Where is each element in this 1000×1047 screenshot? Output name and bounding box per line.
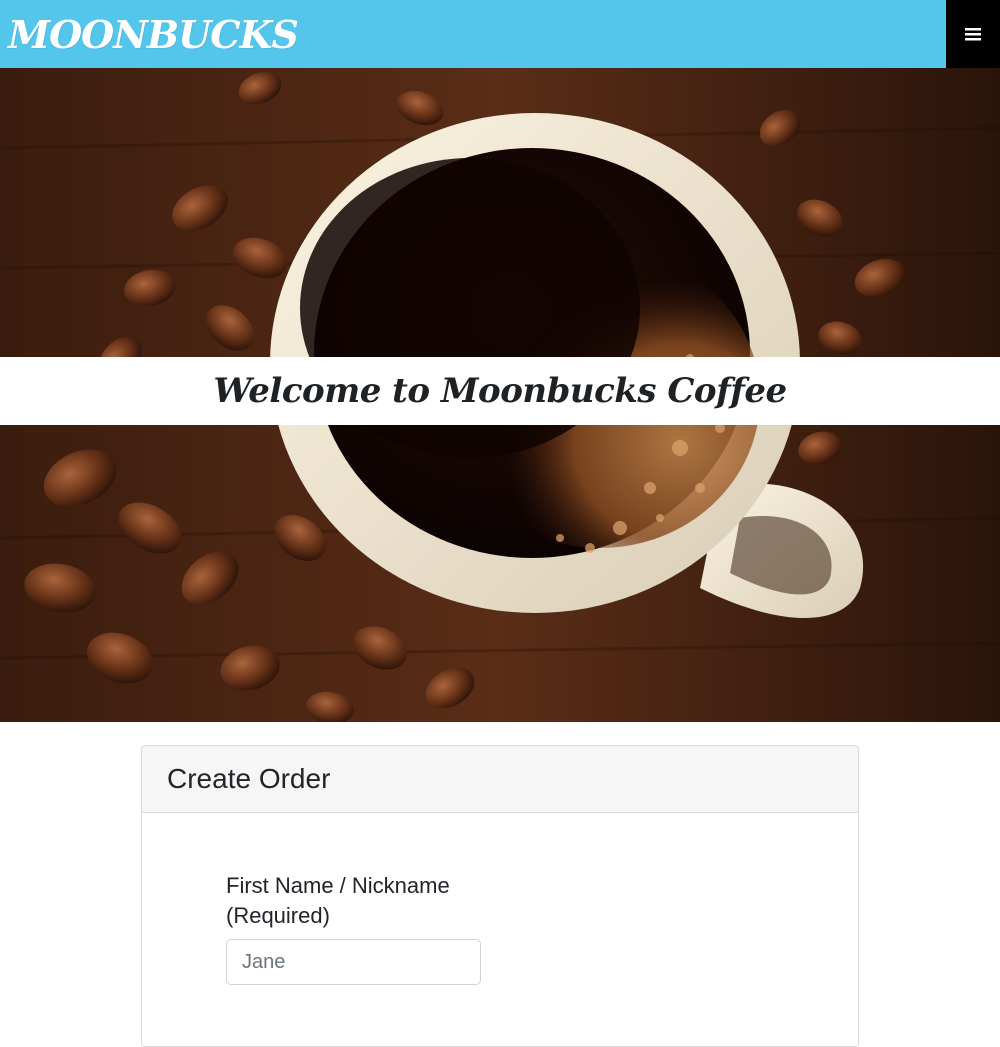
welcome-banner: Welcome to Moonbucks Coffee <box>0 357 1000 425</box>
card-title: Create Order <box>167 763 331 794</box>
welcome-heading: Welcome to Moonbucks Coffee <box>213 371 787 411</box>
create-order-card: Create Order First Name / Nickname (Requ… <box>141 745 859 1047</box>
first-name-input[interactable] <box>226 939 481 985</box>
brand-logo[interactable]: MOONBUCKS <box>8 10 299 60</box>
navbar: MOONBUCKS <box>0 0 1000 68</box>
hamburger-menu-icon <box>965 28 981 41</box>
hero-banner: Welcome to Moonbucks Coffee <box>0 68 1000 722</box>
menu-toggle-button[interactable] <box>946 0 1000 68</box>
first-name-label: First Name / Nickname (Required) <box>226 873 450 928</box>
card-header: Create Order <box>142 746 858 813</box>
